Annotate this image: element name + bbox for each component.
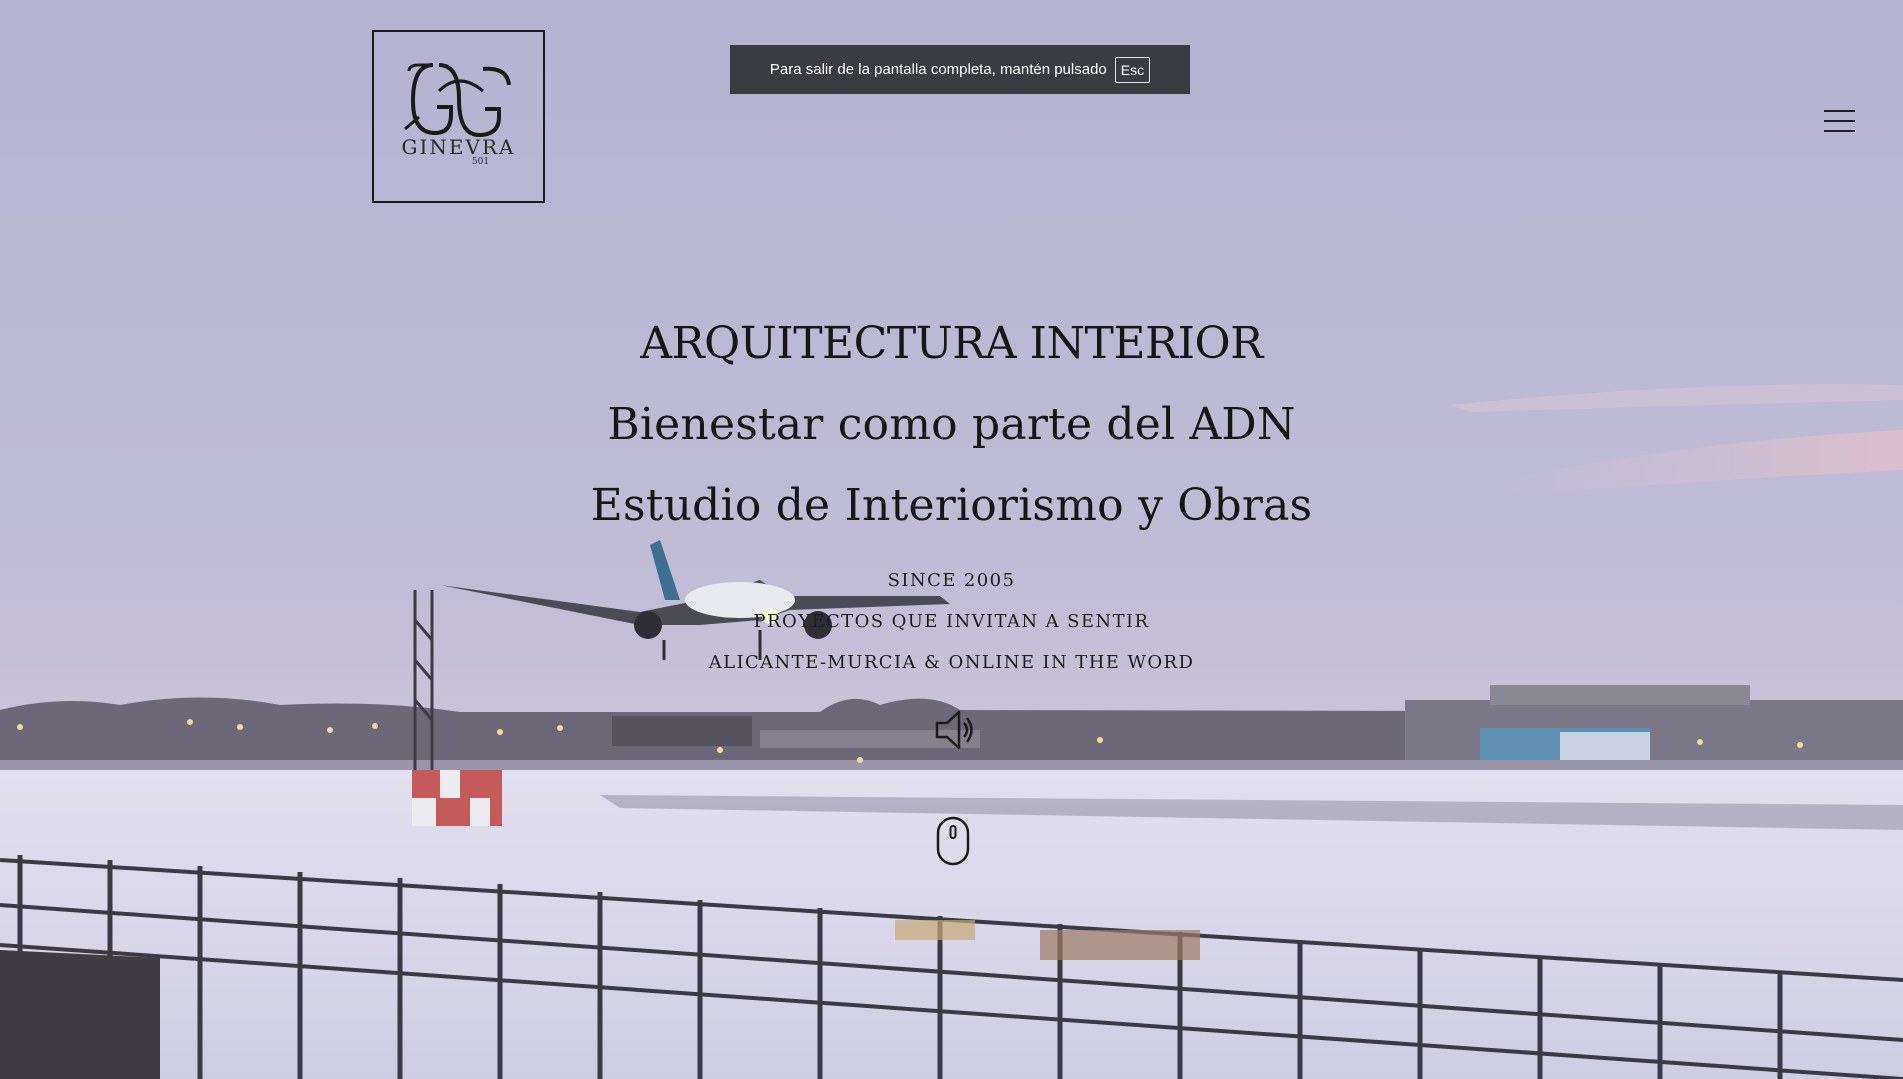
fullscreen-notice-text: Para salir de la pantalla completa, mant…: [769, 61, 1107, 78]
tagline-since: SINCE 2005: [887, 570, 1016, 591]
mouse-scroll-icon[interactable]: [936, 816, 970, 866]
fullscreen-exit-notice: Para salir de la pantalla completa, mant…: [730, 45, 1190, 94]
tagline-projects: PROYECTOS QUE INVITAN A SENTIR: [753, 611, 1150, 632]
hero-subtitle: Bienestar como parte del ADN: [607, 399, 1296, 450]
menu-bar-top: [1824, 110, 1855, 112]
hero-taglines: SINCE 2005 PROYECTOS QUE INVITAN A SENTI…: [0, 566, 1903, 689]
esc-key-badge: Esc: [1114, 56, 1151, 83]
hamburger-menu-icon[interactable]: [1824, 108, 1856, 134]
menu-bar-middle: [1824, 120, 1855, 122]
hero-title: ARQUITECTURA INTERIOR: [640, 318, 1263, 369]
ginevra-monogram-icon: [403, 62, 511, 137]
menu-bar-bottom: [1824, 130, 1855, 132]
hero-headlines: ARQUITECTURA INTERIOR Bienestar como par…: [0, 318, 1903, 561]
logo-number: 501: [471, 156, 490, 167]
speaker-icon[interactable]: [933, 706, 977, 754]
logo[interactable]: GINEVRA 501: [372, 30, 545, 203]
hero-studio-line: Estudio de Interiorismo y Obras: [590, 480, 1313, 531]
logo-wordmark: GINEVRA: [401, 134, 516, 159]
tagline-locations: ALICANTE-MURCIA & ONLINE IN THE WORD: [708, 652, 1195, 673]
